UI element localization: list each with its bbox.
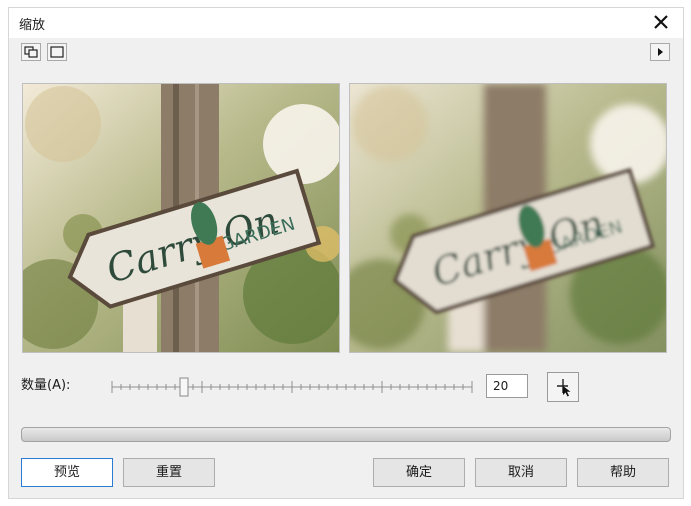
result-image: Carry On GARDEN bbox=[350, 84, 666, 352]
single-preview-button[interactable] bbox=[47, 43, 67, 61]
original-image: Carry On GARDEN bbox=[23, 84, 339, 352]
amount-input[interactable]: 20 bbox=[486, 374, 528, 398]
play-arrow-icon bbox=[658, 48, 663, 56]
reset-button[interactable]: 重置 bbox=[123, 458, 215, 487]
slider-ticks bbox=[111, 381, 473, 393]
amount-slider[interactable] bbox=[109, 376, 475, 398]
help-button[interactable]: 帮助 bbox=[577, 458, 669, 487]
ok-button[interactable]: 确定 bbox=[373, 458, 465, 487]
split-preview-icon bbox=[24, 46, 38, 58]
result-preview[interactable]: Carry On GARDEN bbox=[349, 83, 667, 353]
close-icon bbox=[654, 15, 668, 29]
close-button[interactable] bbox=[649, 10, 673, 34]
single-preview-icon bbox=[50, 46, 64, 58]
split-preview-button[interactable] bbox=[21, 43, 41, 61]
zoom-dialog: 缩放 Carry On GARDEN Carry On GARDEN 数量(A)… bbox=[8, 7, 684, 499]
original-preview[interactable]: Carry On GARDEN bbox=[22, 83, 340, 353]
dialog-title: 缩放 bbox=[19, 18, 46, 33]
crosshair-cursor-icon bbox=[557, 379, 571, 397]
title-bar: 缩放 bbox=[9, 8, 683, 38]
slider-thumb[interactable] bbox=[179, 377, 189, 397]
preview-button[interactable]: 预览 bbox=[21, 458, 113, 487]
amount-label: 数量(A): bbox=[21, 378, 71, 393]
cancel-button[interactable]: 取消 bbox=[475, 458, 567, 487]
eyedropper-button[interactable] bbox=[547, 372, 579, 402]
progress-bar bbox=[21, 427, 671, 442]
preview-options-button[interactable] bbox=[650, 43, 670, 61]
